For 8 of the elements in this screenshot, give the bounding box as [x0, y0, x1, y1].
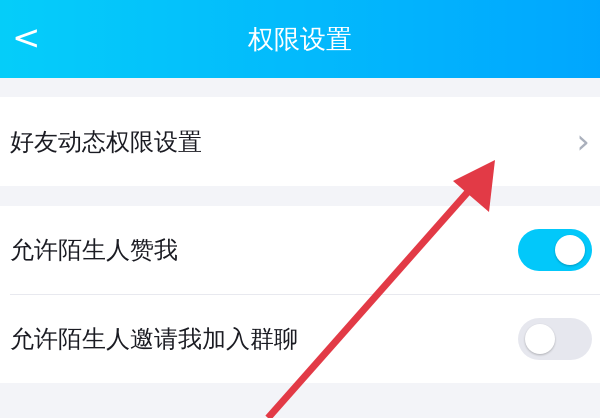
chevron-icon: ›: [576, 124, 590, 158]
toggle-switch[interactable]: [518, 318, 592, 360]
page-title: 权限设置: [248, 24, 352, 56]
toggle-switch[interactable]: [518, 229, 592, 271]
row-label: 允许陌生人邀请我加入群聊: [10, 324, 298, 355]
row-label: 好友动态权限设置: [10, 126, 202, 158]
settings-row[interactable]: 好友动态权限设置 ›: [0, 97, 600, 186]
row-label: 允许陌生人赞我: [10, 235, 178, 266]
